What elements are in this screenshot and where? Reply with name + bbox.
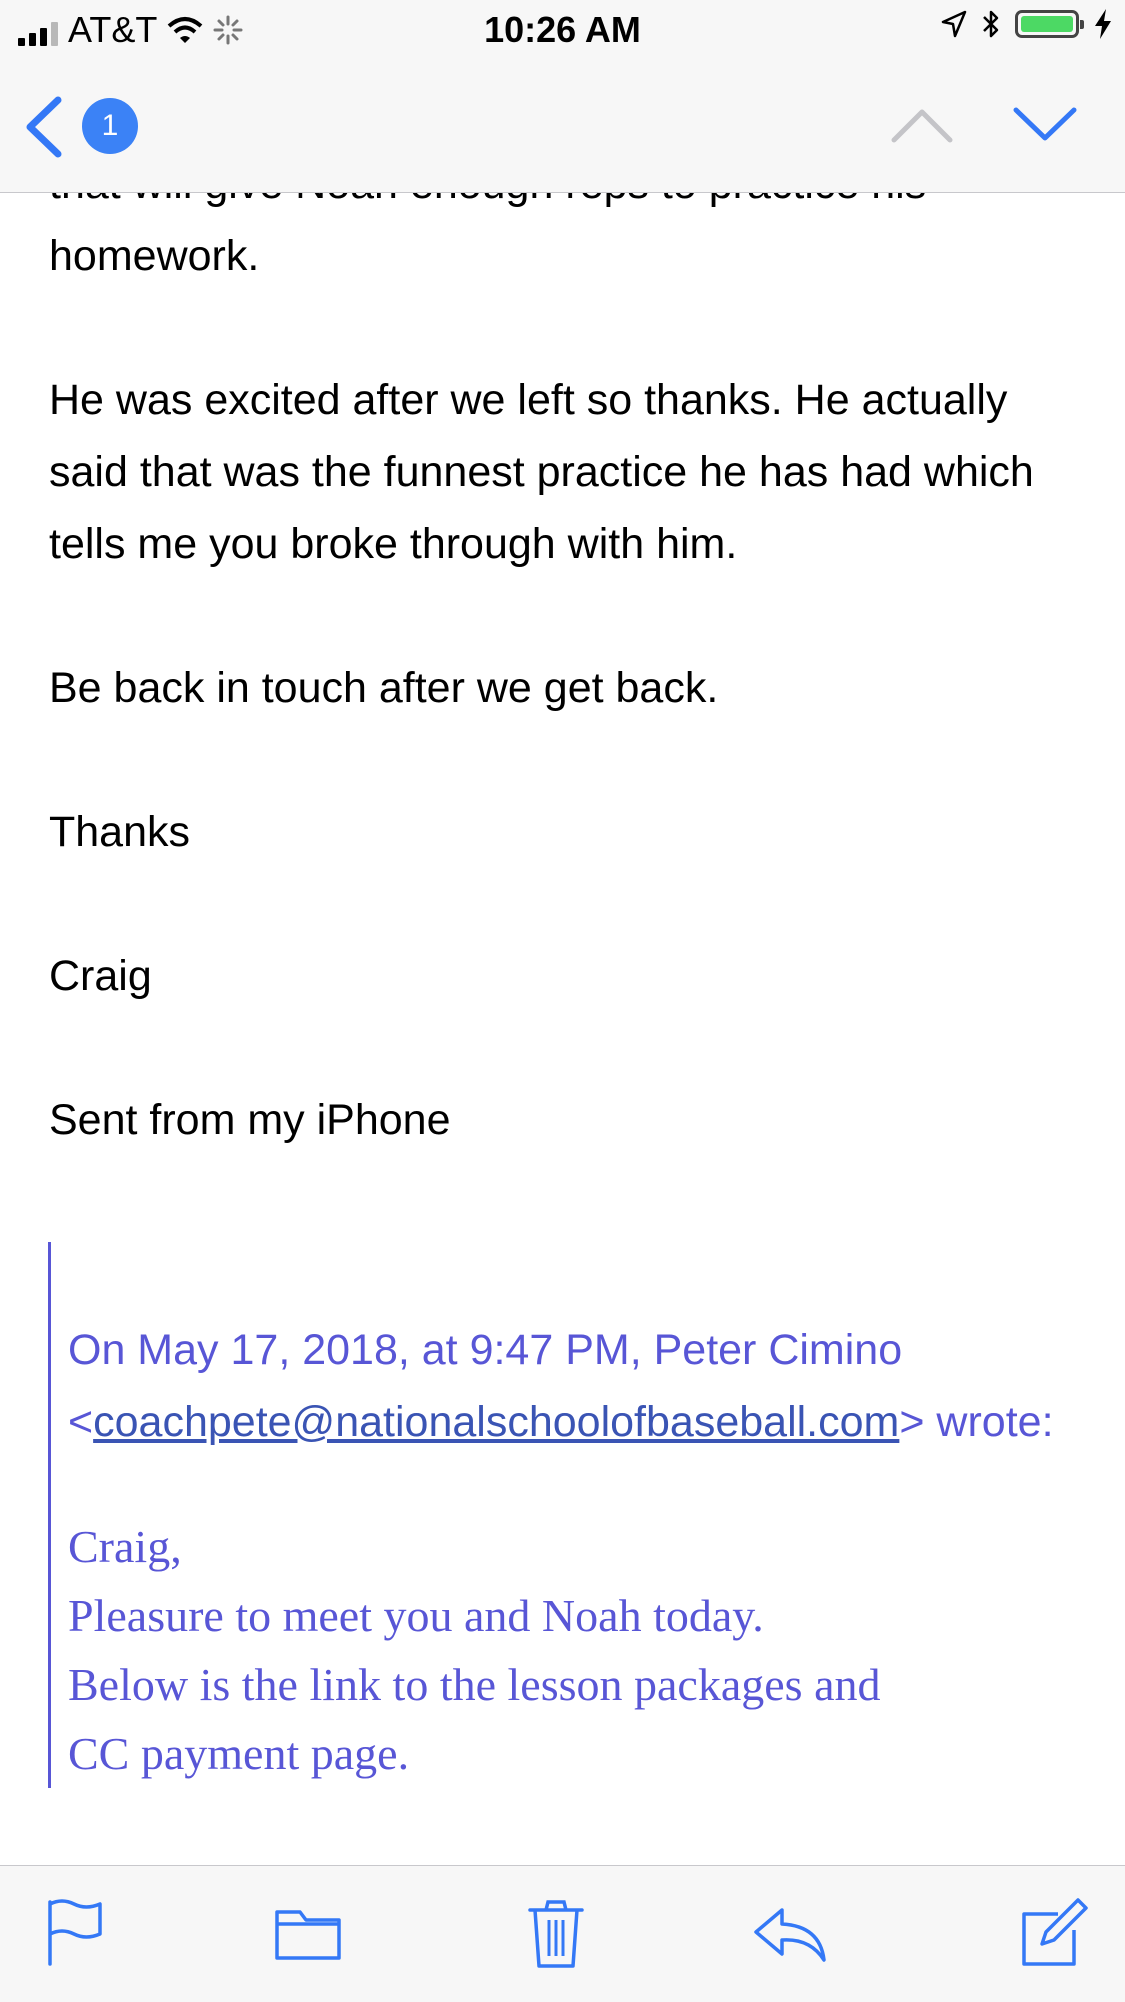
bottom-toolbar bbox=[0, 1865, 1125, 2002]
quote-line: Craig, bbox=[68, 1521, 182, 1572]
email-signature: Sent from my iPhone bbox=[49, 1096, 451, 1144]
battery-icon bbox=[1015, 10, 1084, 38]
bluetooth-icon bbox=[983, 10, 999, 38]
back-chevron-icon[interactable] bbox=[22, 94, 66, 160]
trash-icon[interactable] bbox=[524, 1896, 588, 1968]
email-paragraph: He was excited after we left so thanks. … bbox=[49, 376, 1034, 568]
unread-count-badge[interactable]: 1 bbox=[82, 98, 138, 154]
previous-message-icon[interactable] bbox=[890, 104, 954, 144]
quote-line: CC payment page. bbox=[68, 1728, 410, 1779]
quote-line: Below is the link to the lesson packages… bbox=[68, 1659, 881, 1710]
location-arrow-icon bbox=[941, 10, 967, 38]
compose-icon[interactable] bbox=[1018, 1896, 1090, 1968]
quote-body: Craig, Pleasure to meet you and Noah tod… bbox=[68, 1512, 1108, 1788]
status-bar: AT&T 10:26 AM bbox=[0, 0, 1125, 60]
charging-bolt-icon bbox=[1095, 9, 1111, 39]
status-right bbox=[941, 8, 1113, 40]
quote-header-suffix: > wrote: bbox=[899, 1398, 1054, 1446]
email-paragraph: that will give Noah enough reps to pract… bbox=[49, 192, 926, 280]
email-paragraph: Thanks bbox=[49, 808, 191, 856]
folder-icon[interactable] bbox=[274, 1896, 342, 1968]
sender-email-link[interactable]: coachpete@nationalschoolofbaseball.com bbox=[93, 1398, 899, 1446]
next-message-icon[interactable] bbox=[1012, 104, 1078, 144]
email-paragraph: Be back in touch after we get back. bbox=[49, 664, 719, 712]
email-body[interactable]: that will give Noah enough reps to pract… bbox=[0, 192, 1125, 1865]
flag-icon[interactable] bbox=[44, 1896, 108, 1968]
quote-line: Pleasure to meet you and Noah today. bbox=[68, 1590, 764, 1641]
quoted-message: On May 17, 2018, at 9:47 PM, Peter Cimin… bbox=[48, 1242, 1108, 1788]
email-content: that will give Noah enough reps to pract… bbox=[49, 192, 1089, 1156]
quote-header: On May 17, 2018, at 9:47 PM, Peter Cimin… bbox=[68, 1314, 1108, 1458]
nav-bar: 1 bbox=[0, 60, 1125, 193]
reply-icon[interactable] bbox=[752, 1896, 828, 1968]
email-paragraph: Craig bbox=[49, 952, 152, 1000]
